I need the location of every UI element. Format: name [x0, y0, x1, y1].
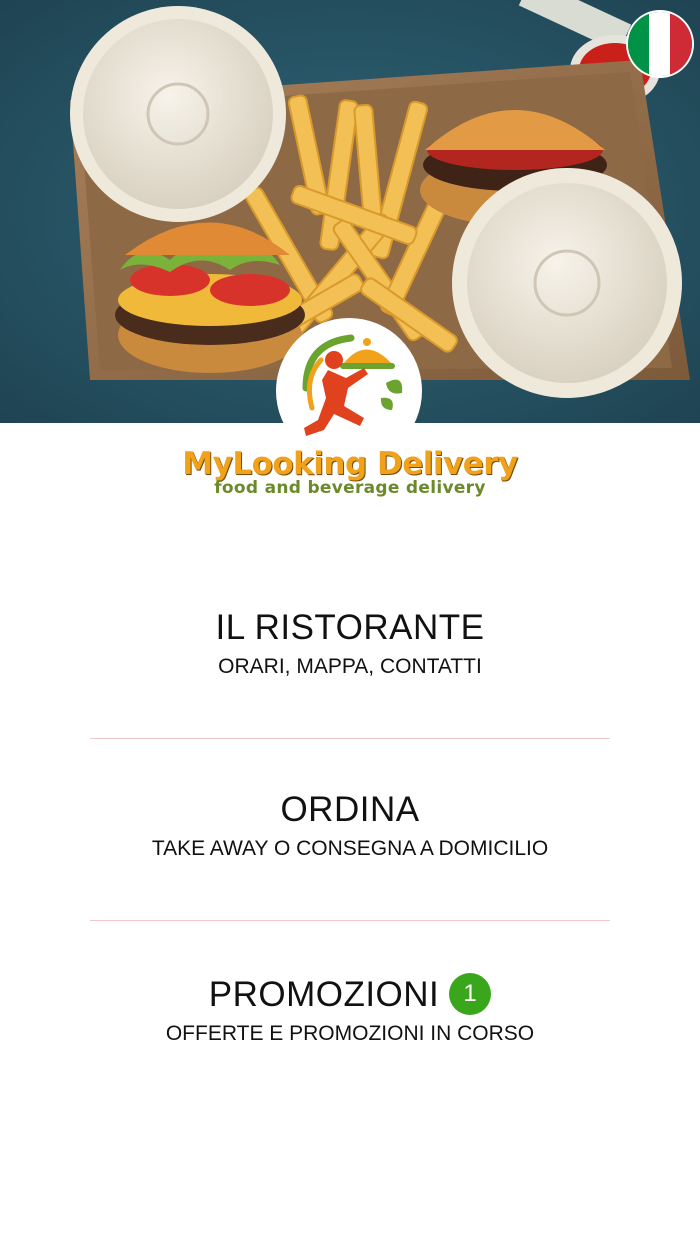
delivery-logo-icon — [276, 318, 422, 464]
menu-subtitle-promotions: OFFERTE E PROMOZIONI IN CORSO — [165, 1022, 535, 1045]
menu-item-promotions[interactable]: PROMOZIONI 1 OFFERTE E PROMOZIONI IN CORS… — [0, 973, 700, 1047]
menu-title-promotions-row: PROMOZIONI 1 — [0, 973, 700, 1015]
menu-title-order: ORDINA — [280, 790, 420, 829]
flag-red-stripe — [670, 12, 692, 76]
flag-green-stripe — [628, 12, 650, 76]
menu-subtitle-order: TAKE AWAY O CONSEGNA A DOMICILIO — [151, 837, 549, 860]
brand-name: MyLooking Delivery — [182, 446, 518, 482]
promotions-count-badge: 1 — [449, 973, 492, 1015]
menu-title-restaurant: IL RISTORANTE — [215, 608, 485, 647]
italian-flag-icon[interactable] — [628, 12, 692, 76]
brand-logo: MyLooking Delivery food and beverage del… — [150, 446, 550, 498]
menu-subtitle-restaurant: ORARI, MAPPA, CONTATTI — [218, 655, 482, 678]
menu-title-promotions: PROMOZIONI — [208, 975, 440, 1014]
delivery-person-icon — [302, 334, 403, 436]
divider — [90, 920, 610, 921]
menu-item-order[interactable]: ORDINA TAKE AWAY O CONSEGNA A DOMICILIO — [0, 790, 700, 862]
menu-item-restaurant[interactable]: IL RISTORANTE ORARI, MAPPA, CONTATTI — [0, 608, 700, 680]
divider — [90, 738, 610, 739]
flag-white-stripe — [649, 12, 671, 76]
